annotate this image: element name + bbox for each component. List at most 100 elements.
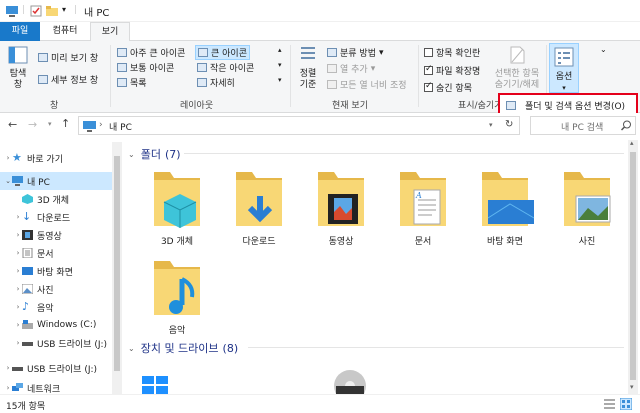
- collapse-ribbon-button[interactable]: ⌄: [600, 45, 607, 54]
- layout-details[interactable]: 자세히: [197, 76, 235, 89]
- search-box[interactable]: 내 PC 검색: [530, 116, 636, 135]
- large-icons-view-icon[interactable]: [620, 398, 632, 410]
- layout-large[interactable]: 큰 아이콘: [195, 45, 250, 60]
- layout-extra-large[interactable]: 아주 큰 아이콘: [117, 46, 185, 59]
- dvd-drive-icon[interactable]: [332, 368, 368, 394]
- layout-expand[interactable]: ▾: [278, 76, 282, 84]
- nav-pictures[interactable]: › 사진: [0, 280, 112, 298]
- hide-selected-button[interactable]: 선택한 항목 숨기기/해제: [490, 45, 544, 91]
- breadcrumb-this-pc[interactable]: 내 PC: [109, 120, 132, 133]
- tab-computer[interactable]: 컴퓨터: [40, 22, 90, 41]
- details-pane-button[interactable]: 세부 정보 창: [38, 73, 98, 86]
- change-folder-options-item[interactable]: 폴더 및 검색 옵션 변경(O): [506, 99, 625, 112]
- status-bar: 15개 항목: [0, 394, 640, 413]
- expand-arrow-icon[interactable]: ›: [14, 267, 22, 275]
- tab-file[interactable]: 파일: [0, 22, 40, 41]
- folder-downloads[interactable]: 다운로드: [224, 168, 294, 247]
- scrollbar-thumb[interactable]: [630, 152, 636, 380]
- folder-pictures[interactable]: 사진: [552, 168, 622, 247]
- file-extensions-toggle[interactable]: 파일 확장명: [424, 64, 480, 77]
- preview-pane-button[interactable]: 미리 보기 창: [38, 51, 98, 64]
- expand-arrow-icon[interactable]: ›: [14, 285, 22, 293]
- usb-drive-icon: [22, 342, 33, 346]
- refresh-icon[interactable]: ↻: [505, 119, 513, 130]
- navigation-pane-button[interactable]: 탐색 창: [4, 45, 32, 91]
- address-bar[interactable]: › 내 PC ▾ ↻: [78, 116, 520, 135]
- recent-locations-button[interactable]: ▾: [48, 120, 52, 128]
- properties-icon[interactable]: [30, 5, 42, 17]
- nav-downloads[interactable]: › ↓ 다운로드: [0, 208, 112, 226]
- up-button[interactable]: ↑: [61, 117, 70, 130]
- options-button[interactable]: 옵션 ▾: [549, 43, 579, 93]
- expand-arrow-icon[interactable]: ›: [14, 303, 22, 311]
- scroll-down-arrow-icon[interactable]: ▾: [630, 383, 634, 391]
- nav-usb-j-root[interactable]: › USB 드라이브 (J:): [0, 359, 112, 377]
- address-dropdown-icon[interactable]: ▾: [489, 121, 493, 129]
- layout-scroll-down[interactable]: ▾: [278, 61, 282, 69]
- windows-drive-icon[interactable]: [142, 376, 168, 394]
- layout-small[interactable]: 작은 아이콘: [197, 61, 254, 74]
- collapse-arrow-icon[interactable]: ⌄: [4, 177, 12, 185]
- forward-button[interactable]: →: [28, 118, 37, 131]
- folder-3d-objects[interactable]: 3D 개체: [142, 168, 212, 247]
- group-label-show-hide: 표시/숨기기: [458, 101, 503, 111]
- nav-desktop[interactable]: › 바탕 화면: [0, 262, 112, 280]
- cube-icon: [22, 194, 33, 204]
- devices-section-header[interactable]: ⌄ 장치 및 드라이브 (8): [128, 340, 238, 356]
- small-icons-icon: [197, 63, 207, 72]
- customize-quick-access-icon[interactable]: ▾: [62, 5, 66, 17]
- scroll-up-arrow-icon[interactable]: ▴: [630, 139, 634, 147]
- group-by-button[interactable]: 분류 방법 ▾: [327, 46, 384, 59]
- content-scrollbar[interactable]: ▴ ▾: [628, 139, 638, 394]
- nav-3d-objects[interactable]: 3D 개체: [0, 190, 112, 208]
- expand-arrow-icon[interactable]: ›: [4, 154, 12, 162]
- item-checkboxes-toggle[interactable]: 항목 확인란: [424, 46, 480, 59]
- large-icons-icon: [198, 48, 208, 57]
- expand-arrow-icon[interactable]: ›: [4, 364, 12, 372]
- expand-arrow-icon[interactable]: ›: [14, 321, 22, 329]
- nav-videos[interactable]: › 동영상: [0, 226, 112, 244]
- expand-arrow-icon[interactable]: ›: [14, 231, 22, 239]
- hide-selected-icon: [510, 46, 525, 64]
- address-toolbar: ← → ▾ ↑ › 내 PC ▾ ↻ 내 PC 검색: [0, 113, 640, 138]
- sort-icon: [301, 47, 315, 59]
- sort-by-button[interactable]: 정렬 기준: [294, 45, 322, 91]
- new-folder-icon[interactable]: [46, 5, 58, 17]
- nav-music[interactable]: › ♪ 음악: [0, 298, 112, 316]
- folder-desktop[interactable]: 바탕 화면: [470, 168, 540, 247]
- folder-documents[interactable]: A 문서: [388, 168, 458, 247]
- film-icon: [22, 230, 33, 240]
- add-columns-button[interactable]: 열 추가 ▾: [327, 62, 375, 75]
- expand-arrow-icon[interactable]: ›: [4, 384, 12, 392]
- expand-arrow-icon[interactable]: ›: [14, 249, 22, 257]
- nav-this-pc[interactable]: ⌄ 내 PC: [0, 172, 112, 190]
- navigation-pane-label: 탐색 창: [9, 69, 27, 90]
- details-view-icon[interactable]: [604, 399, 615, 409]
- back-button[interactable]: ←: [8, 118, 17, 131]
- layout-medium[interactable]: 보통 아이콘: [117, 61, 174, 74]
- group-by-icon: [327, 48, 337, 57]
- preview-pane-icon: [38, 53, 48, 62]
- list-icon: [117, 78, 127, 87]
- scrollbar-thumb[interactable]: [114, 156, 120, 371]
- folder-music[interactable]: 음악: [142, 257, 212, 336]
- navigation-pane-scrollbar[interactable]: [112, 142, 122, 394]
- fit-columns-button[interactable]: 모든 열 너비 조정: [327, 78, 407, 91]
- nav-usb-j[interactable]: › USB 드라이브 (J:): [0, 334, 112, 352]
- nav-windows-c[interactable]: › Windows (C:): [0, 316, 112, 334]
- layout-scroll-up[interactable]: ▴: [278, 46, 282, 54]
- content-pane: ⌄ 폴더 (7) 3D 개체 다운로드 동영상 A 문서 바탕 화면 사진 음악…: [122, 140, 628, 394]
- desktop-icon: [22, 267, 33, 275]
- folders-section-header[interactable]: ⌄ 폴더 (7): [128, 146, 181, 162]
- expand-arrow-icon[interactable]: ›: [14, 339, 22, 347]
- item-count: 15개 항목: [6, 402, 46, 412]
- tab-view[interactable]: 보기: [90, 22, 130, 42]
- nav-documents[interactable]: › 문서: [0, 244, 112, 262]
- document-icon: [22, 248, 33, 258]
- expand-arrow-icon[interactable]: ›: [14, 213, 22, 221]
- layout-list[interactable]: 목록: [117, 76, 147, 89]
- nav-quick-access[interactable]: › ★ 바로 가기: [0, 149, 112, 167]
- hidden-items-toggle[interactable]: 숨긴 항목: [424, 81, 472, 94]
- folder-videos[interactable]: 동영상: [306, 168, 376, 247]
- details-icon: [197, 78, 207, 87]
